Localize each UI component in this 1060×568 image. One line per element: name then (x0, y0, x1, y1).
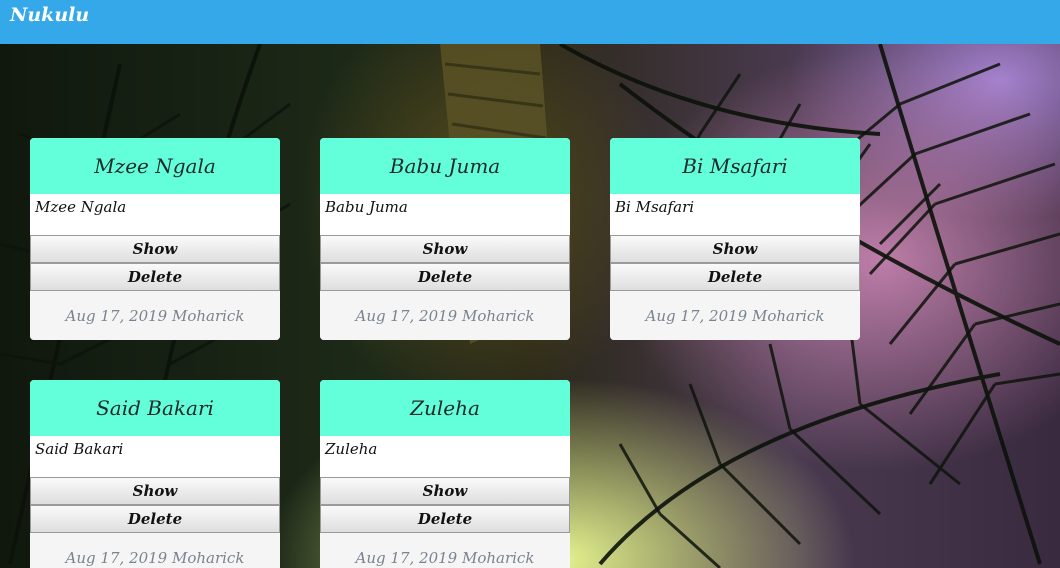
card-text: Mzee Ngala (30, 194, 280, 235)
card-footer: Aug 17, 2019 Moharick (610, 291, 860, 340)
card-title: Said Bakari (30, 380, 280, 436)
card-text: Said Bakari (30, 436, 280, 477)
card-text: Babu Juma (320, 194, 570, 235)
delete-button[interactable]: Delete (30, 505, 280, 533)
show-button[interactable]: Show (30, 477, 280, 505)
card-title: Babu Juma (320, 138, 570, 194)
card: Mzee Ngala Mzee Ngala Show Delete Aug 17… (30, 138, 280, 340)
show-button[interactable]: Show (610, 235, 860, 263)
card-footer: Aug 17, 2019 Moharick (30, 291, 280, 340)
card-footer: Aug 17, 2019 Moharick (30, 533, 280, 568)
card-title: Mzee Ngala (30, 138, 280, 194)
delete-button[interactable]: Delete (30, 263, 280, 291)
card-title: Zuleha (320, 380, 570, 436)
card-grid: Mzee Ngala Mzee Ngala Show Delete Aug 17… (0, 0, 1060, 568)
card: Said Bakari Said Bakari Show Delete Aug … (30, 380, 280, 568)
delete-button[interactable]: Delete (320, 263, 570, 291)
delete-button[interactable]: Delete (320, 505, 570, 533)
delete-button[interactable]: Delete (610, 263, 860, 291)
card-footer: Aug 17, 2019 Moharick (320, 533, 570, 568)
card-text: Zuleha (320, 436, 570, 477)
card-text: Bi Msafari (610, 194, 860, 235)
show-button[interactable]: Show (320, 235, 570, 263)
card: Zuleha Zuleha Show Delete Aug 17, 2019 M… (320, 380, 570, 568)
show-button[interactable]: Show (30, 235, 280, 263)
card: Babu Juma Babu Juma Show Delete Aug 17, … (320, 138, 570, 340)
card-title: Bi Msafari (610, 138, 860, 194)
card: Bi Msafari Bi Msafari Show Delete Aug 17… (610, 138, 860, 340)
card-footer: Aug 17, 2019 Moharick (320, 291, 570, 340)
show-button[interactable]: Show (320, 477, 570, 505)
